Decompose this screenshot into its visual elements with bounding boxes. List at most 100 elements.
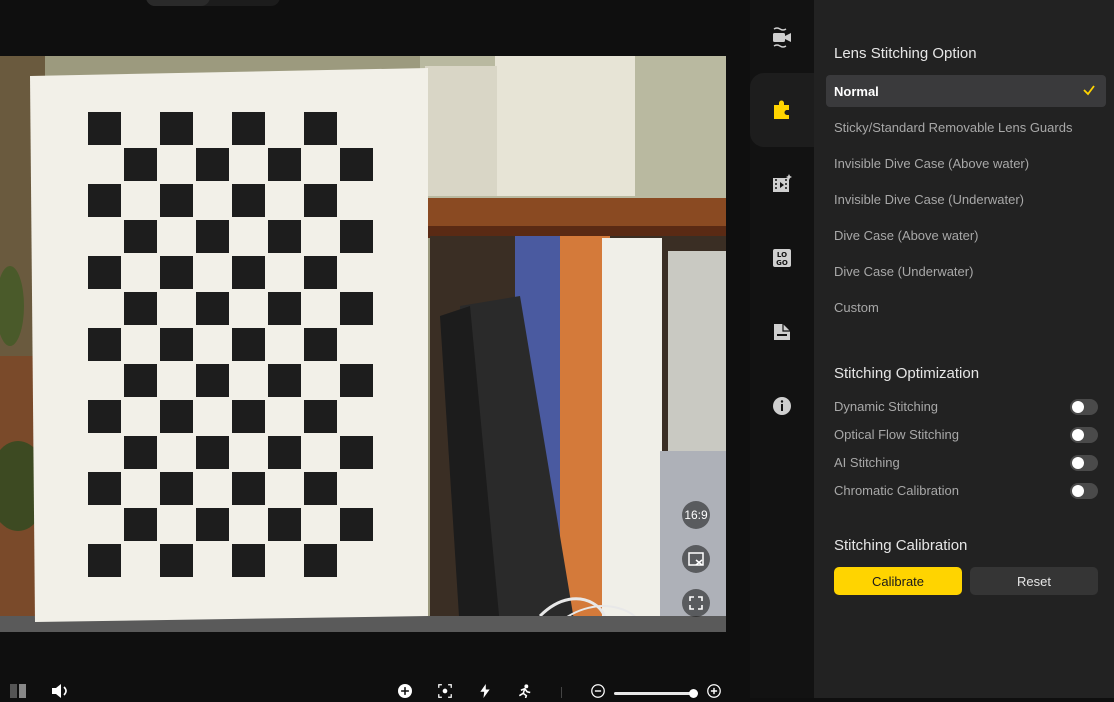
checker-square bbox=[304, 472, 337, 505]
speed-button[interactable] bbox=[475, 684, 495, 702]
checker-square bbox=[196, 436, 229, 469]
aspect-ratio-button[interactable]: 16:9 bbox=[682, 501, 710, 529]
pip-toggle-button[interactable] bbox=[682, 545, 710, 573]
toggle-row-ai-stitching: AI Stitching bbox=[834, 453, 1098, 473]
checker-square bbox=[268, 364, 301, 397]
optical-flow-stitching-toggle[interactable] bbox=[1070, 427, 1098, 443]
plus-circle-icon bbox=[398, 684, 412, 698]
toggle-label: Optical Flow Stitching bbox=[834, 427, 959, 442]
compare-icon[interactable] bbox=[8, 684, 28, 702]
add-keyframe-button[interactable] bbox=[395, 684, 415, 702]
checker-square bbox=[124, 220, 157, 253]
checker-square bbox=[196, 292, 229, 325]
checker-square bbox=[340, 220, 373, 253]
toggle-label: Dynamic Stitching bbox=[834, 399, 939, 414]
zoom-in-button[interactable] bbox=[704, 684, 724, 702]
running-person-icon bbox=[518, 684, 531, 698]
toolbar-divider bbox=[561, 687, 562, 698]
rail-item-stabilization[interactable] bbox=[750, 0, 814, 74]
zoom-in-icon bbox=[707, 684, 721, 698]
checker-square bbox=[304, 544, 337, 577]
lens-option-label: Invisible Dive Case (Underwater) bbox=[834, 191, 1025, 207]
video-effects-icon bbox=[773, 174, 792, 192]
zoom-out-icon bbox=[591, 684, 605, 698]
lens-option-custom[interactable]: Custom bbox=[826, 291, 1106, 323]
checkmark-icon bbox=[1083, 85, 1095, 96]
fullscreen-button[interactable] bbox=[682, 589, 710, 617]
checker-square bbox=[340, 508, 373, 541]
dynamic-stitching-toggle[interactable] bbox=[1070, 399, 1098, 415]
checker-square bbox=[124, 508, 157, 541]
video-preview[interactable] bbox=[0, 56, 726, 632]
svg-text:LO: LO bbox=[777, 251, 787, 259]
checker-square bbox=[160, 544, 193, 577]
calibrate-button[interactable]: Calibrate bbox=[834, 567, 962, 595]
ai-stitching-toggle[interactable] bbox=[1070, 455, 1098, 471]
checker-square bbox=[232, 472, 265, 505]
lens-option-label: Dive Case (Underwater) bbox=[834, 263, 974, 279]
checker-square bbox=[232, 256, 265, 289]
checker-square bbox=[88, 256, 121, 289]
preview-area: 16:9 bbox=[0, 0, 750, 698]
checker-square bbox=[124, 364, 157, 397]
reset-button[interactable]: Reset bbox=[970, 567, 1098, 595]
info-icon bbox=[773, 397, 791, 415]
checker-square bbox=[88, 544, 121, 577]
checker-square bbox=[124, 436, 157, 469]
checker-square bbox=[232, 544, 265, 577]
lens-option-label: Dive Case (Above water) bbox=[834, 227, 979, 243]
volume-icon bbox=[52, 684, 67, 698]
volume-button[interactable] bbox=[50, 684, 70, 702]
view-mode-segment[interactable] bbox=[146, 0, 210, 6]
lightning-icon bbox=[480, 684, 490, 698]
video-frame bbox=[0, 56, 726, 632]
rail-item-file[interactable] bbox=[750, 295, 814, 369]
motion-button[interactable] bbox=[514, 684, 534, 702]
lens-option-dive-under[interactable]: Dive Case (Underwater) bbox=[826, 255, 1106, 287]
checker-square bbox=[304, 112, 337, 145]
lens-option-dive-above[interactable]: Dive Case (Above water) bbox=[826, 219, 1106, 251]
toggle-label: AI Stitching bbox=[834, 455, 900, 470]
rail-item-effects[interactable] bbox=[750, 147, 814, 221]
lens-option-normal[interactable]: Normal bbox=[826, 75, 1106, 107]
stitching-settings-panel: Lens Stitching Option Normal Sticky/Stan… bbox=[814, 0, 1114, 698]
puzzle-icon bbox=[774, 100, 789, 119]
tracking-icon bbox=[438, 684, 452, 698]
zoom-out-button[interactable] bbox=[588, 684, 608, 702]
checker-square bbox=[160, 328, 193, 361]
checker-square bbox=[232, 112, 265, 145]
checker-square bbox=[88, 400, 121, 433]
toggle-knob bbox=[1072, 429, 1084, 441]
rail-item-stitching[interactable] bbox=[750, 73, 814, 147]
video-stabilization-icon bbox=[773, 27, 791, 48]
toggle-row-chromatic-calibration: Chromatic Calibration bbox=[834, 481, 1098, 501]
view-mode-switch[interactable] bbox=[146, 0, 280, 6]
checker-square bbox=[160, 112, 193, 145]
chromatic-calibration-toggle[interactable] bbox=[1070, 483, 1098, 499]
lens-option-label: Invisible Dive Case (Above water) bbox=[834, 155, 1030, 171]
rail-item-logo[interactable]: LO GO bbox=[750, 221, 814, 295]
lens-option-invisible-dive-above[interactable]: Invisible Dive Case (Above water) bbox=[826, 147, 1106, 179]
split-view-icon bbox=[10, 684, 26, 698]
lens-option-lens-guards[interactable]: Sticky/Standard Removable Lens Guards bbox=[826, 111, 1106, 143]
checker-square bbox=[268, 436, 301, 469]
checker-square bbox=[232, 328, 265, 361]
rail-item-info[interactable] bbox=[750, 369, 814, 443]
toggle-knob bbox=[1072, 457, 1084, 469]
checker-square bbox=[268, 508, 301, 541]
checker-square bbox=[88, 472, 121, 505]
stitching-optimization-title: Stitching Optimization bbox=[834, 365, 980, 382]
checker-square bbox=[88, 328, 121, 361]
lens-option-invisible-dive-under[interactable]: Invisible Dive Case (Underwater) bbox=[826, 183, 1106, 215]
track-button[interactable] bbox=[435, 684, 455, 702]
checker-square bbox=[124, 292, 157, 325]
pip-icon bbox=[688, 552, 704, 566]
checker-square bbox=[160, 184, 193, 217]
checker-square bbox=[88, 112, 121, 145]
zoom-slider[interactable] bbox=[614, 692, 694, 695]
checker-square bbox=[268, 220, 301, 253]
zoom-slider-thumb[interactable] bbox=[689, 689, 698, 698]
svg-text:GO: GO bbox=[776, 259, 788, 267]
toggle-row-dynamic-stitching: Dynamic Stitching bbox=[834, 397, 1098, 417]
checker-square bbox=[268, 292, 301, 325]
